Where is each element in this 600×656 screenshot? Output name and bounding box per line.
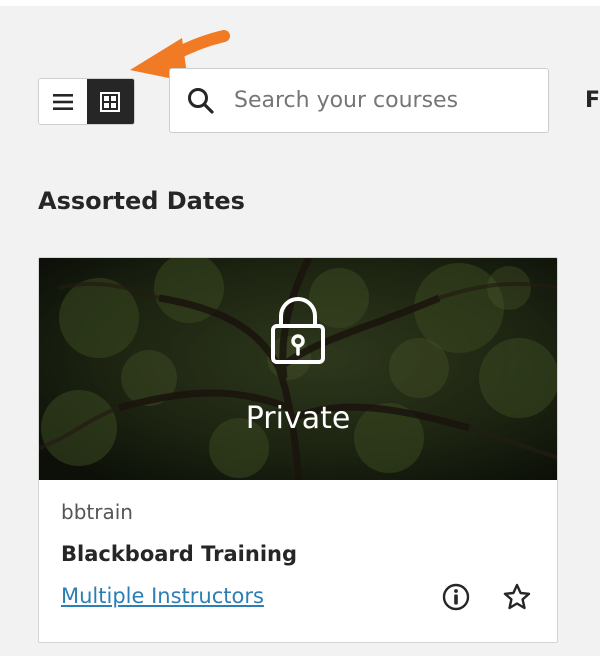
search-box[interactable]	[169, 68, 549, 133]
lock-icon	[271, 297, 325, 364]
view-toggle	[38, 78, 135, 125]
section-title: Assorted Dates	[38, 187, 245, 215]
filter-label: Fi	[585, 88, 600, 113]
course-id: bbtrain	[61, 500, 133, 524]
course-banner-image: Private	[39, 258, 557, 480]
instructors-link[interactable]: Multiple Instructors	[61, 584, 264, 608]
course-card[interactable]: Private bbtrain Blackboard Training Mult…	[38, 257, 558, 643]
list-icon	[52, 93, 73, 110]
private-status-label: Private	[245, 401, 351, 436]
search-input[interactable]	[234, 88, 534, 113]
list-view-button[interactable]	[39, 79, 87, 124]
course-name[interactable]: Blackboard Training	[61, 542, 297, 566]
grid-view-button[interactable]	[86, 79, 134, 124]
grid-icon	[100, 91, 121, 112]
star-icon[interactable]	[502, 582, 532, 612]
info-icon[interactable]	[442, 583, 470, 611]
top-border	[0, 0, 600, 6]
search-icon	[188, 87, 214, 114]
